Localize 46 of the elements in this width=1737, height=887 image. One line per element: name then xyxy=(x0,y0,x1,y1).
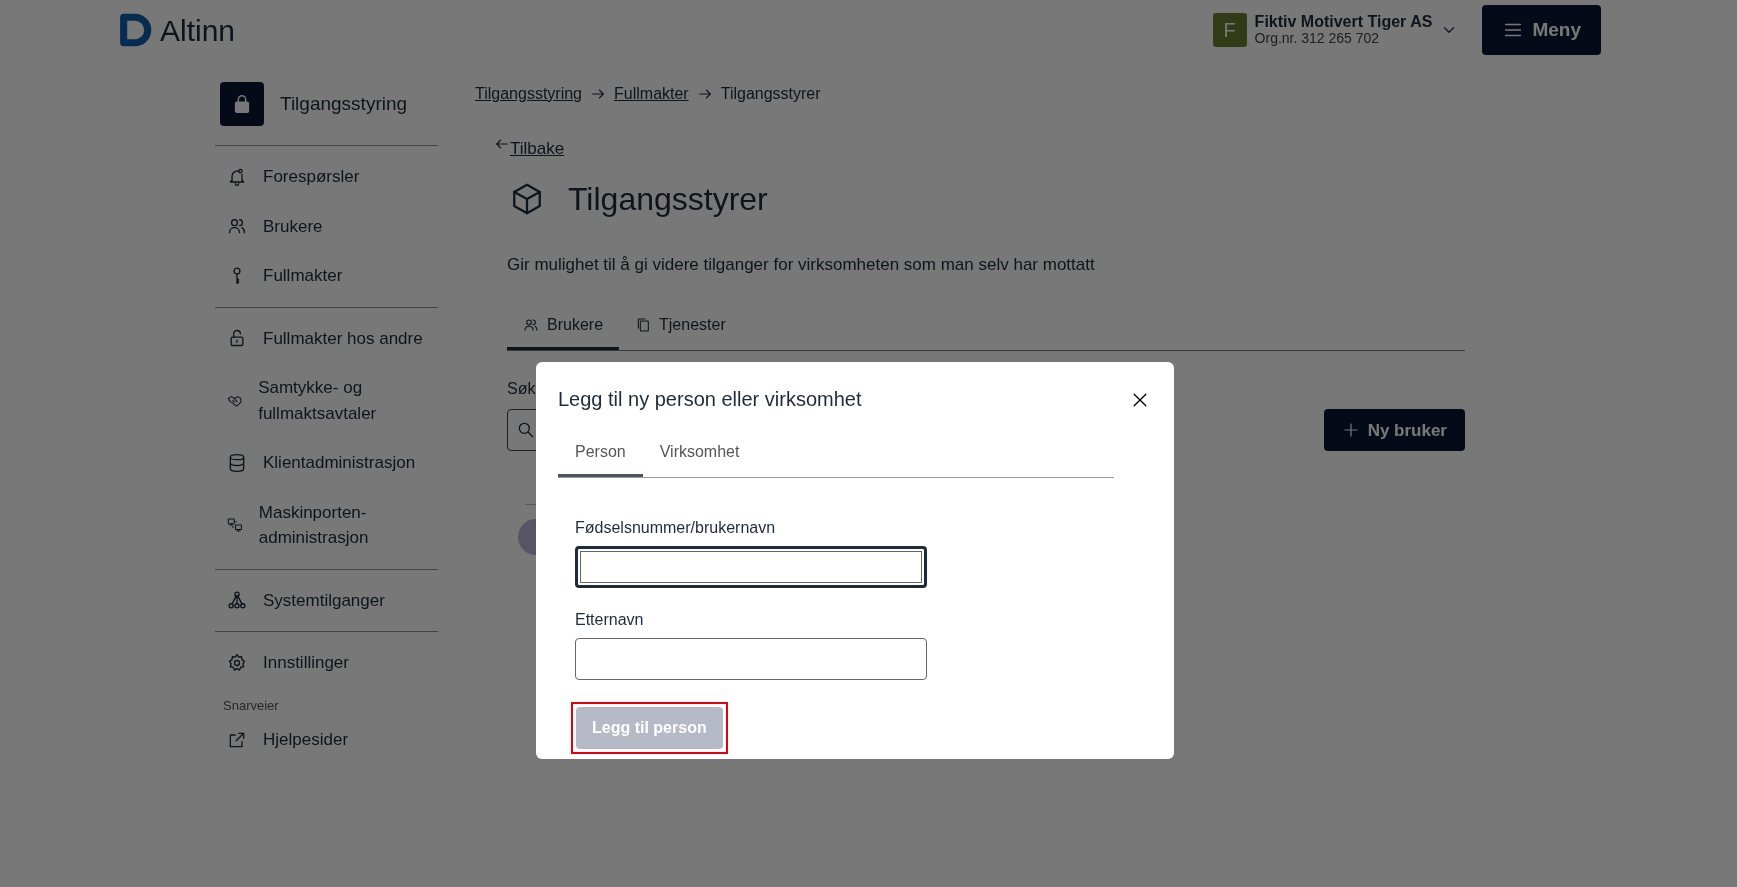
settings-icon xyxy=(227,652,247,673)
tab[interactable]: Tjenester xyxy=(619,303,742,351)
account-name: Fiktiv Motivert Tiger AS xyxy=(1254,12,1433,31)
sidebar-item[interactable]: Brukere xyxy=(215,201,438,251)
breadcrumb-link[interactable]: Fullmakter xyxy=(614,82,689,106)
documents-icon xyxy=(635,317,652,334)
section-label: Snarveier xyxy=(222,696,280,715)
logo-text: Altinn xyxy=(160,12,236,49)
arrow-left-icon xyxy=(494,136,510,152)
sidebar-item[interactable]: Maskinporten-administrasjon xyxy=(215,487,438,563)
sidebar-item[interactable]: Fullmakter xyxy=(215,251,438,301)
sidebar-item[interactable]: Klientadministrasjon xyxy=(215,438,438,488)
sidebar-item[interactable]: Forespørsler xyxy=(215,152,438,202)
section-title: Tilgangsstyring xyxy=(280,91,408,116)
help-link[interactable]: Hjelpesider xyxy=(215,719,438,761)
database-icon xyxy=(227,452,247,473)
sidebar-item[interactable]: Fullmakter hos andre xyxy=(215,313,438,363)
cube-icon xyxy=(510,181,544,216)
page-title: Tilgangsstyrer xyxy=(568,179,768,218)
breadcrumb-current: Tilgangsstyrer xyxy=(720,84,821,104)
search-label: Søk xyxy=(507,379,536,400)
arrow-right-icon xyxy=(590,86,606,102)
computers-icon xyxy=(227,515,243,535)
sidebar-item[interactable]: Samtykke- og fullmaktsavtaler xyxy=(215,363,438,438)
new-user-button[interactable]: Ny bruker xyxy=(1323,409,1465,452)
sidebar-item[interactable]: Innstillinger xyxy=(215,638,438,688)
account-avatar: F xyxy=(1212,13,1247,47)
tab[interactable]: Virksomhet xyxy=(642,434,757,477)
back-link[interactable]: Tilbake xyxy=(510,136,565,162)
logo-icon xyxy=(118,13,152,47)
input-field[interactable] xyxy=(575,638,927,680)
org-number: Org.nr. 312 265 702 xyxy=(1254,30,1381,48)
bell-icon xyxy=(227,166,247,187)
tab[interactable]: Brukere xyxy=(507,303,620,351)
description: Gir mulighet til å gi videre tilganger for virksomheten som man selv har mottatt xyxy=(507,253,1096,276)
tab[interactable]: Person xyxy=(558,434,643,477)
menu-button[interactable]: Meny xyxy=(1482,5,1601,55)
users-icon xyxy=(523,317,539,334)
dialog-title: Legg til ny person eller virksomhet xyxy=(558,387,862,412)
sidebar-item[interactable]: Systemtilganger xyxy=(215,575,438,625)
breadcrumb-link[interactable]: Tilgangsstyring xyxy=(475,82,582,106)
nodes-icon xyxy=(227,590,247,611)
field-label: Fødselsnummer/brukernavn xyxy=(575,518,777,538)
field-label: Etternavn xyxy=(575,610,645,630)
input-field[interactable] xyxy=(575,546,927,588)
arrow-right-icon xyxy=(696,86,713,102)
